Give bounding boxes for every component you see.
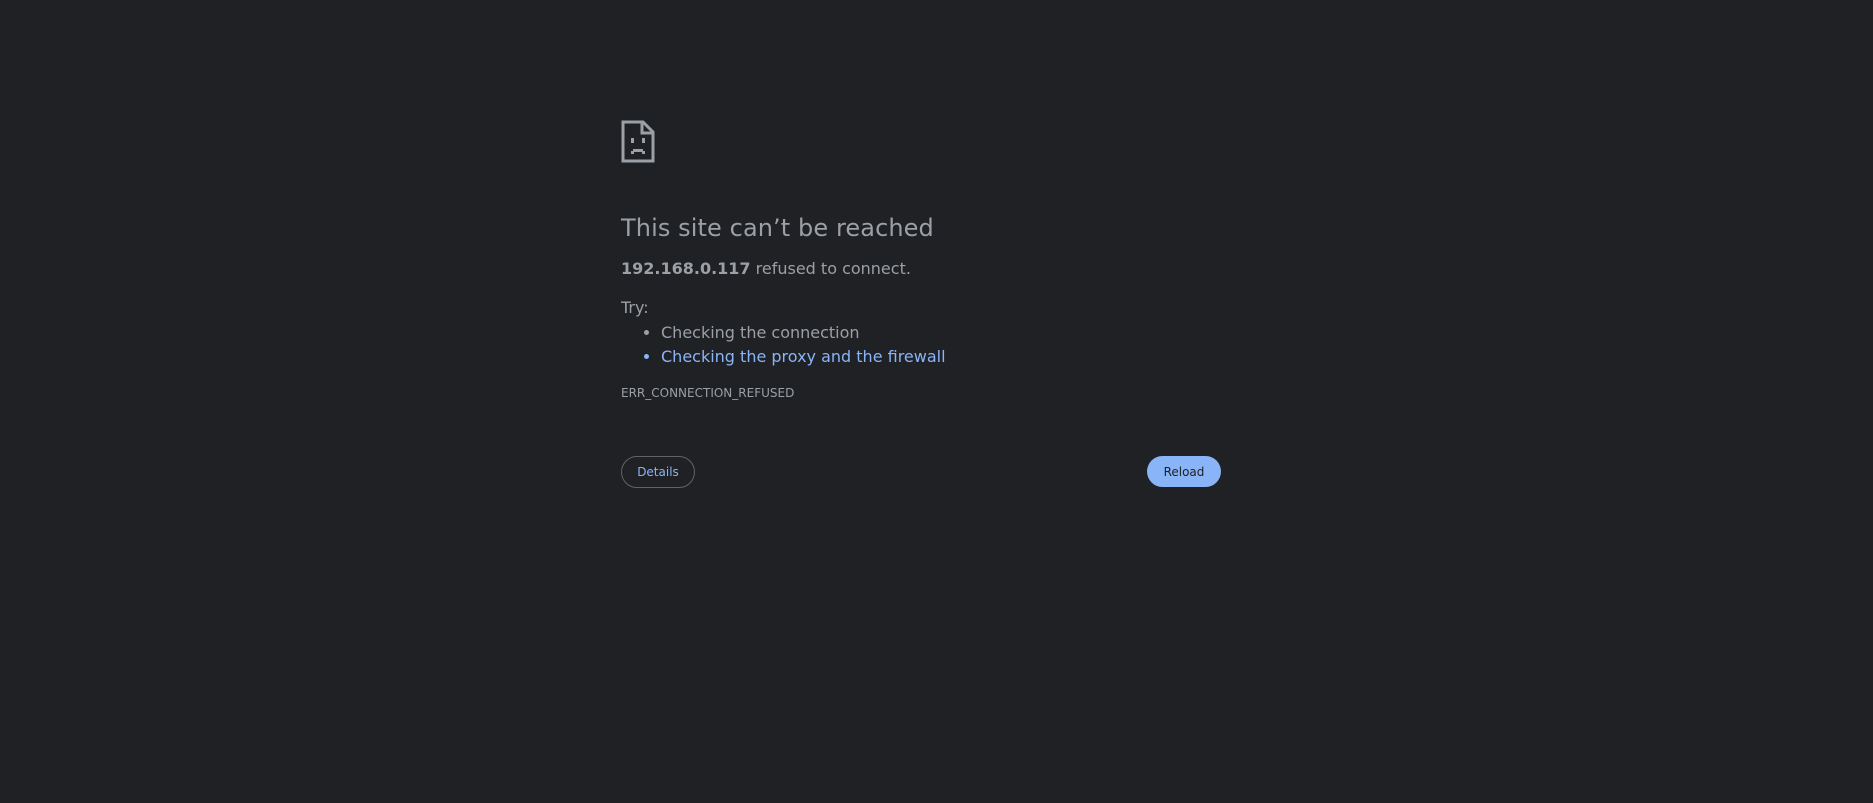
suggestions-list: Checking the connection Checking the pro… bbox=[621, 321, 1221, 369]
details-button[interactable]: Details bbox=[621, 456, 695, 488]
try-label: Try: bbox=[621, 298, 649, 317]
sad-document-icon bbox=[621, 120, 655, 163]
error-title: This site can’t be reached bbox=[621, 214, 934, 242]
suggestion-check-connection: Checking the connection bbox=[661, 321, 1221, 345]
error-summary: 192.168.0.117 refused to connect. bbox=[621, 258, 1221, 280]
summary-suffix: refused to connect. bbox=[750, 259, 911, 278]
error-page-content: This site can’t be reached 192.168.0.117… bbox=[621, 120, 1221, 401]
suggestion-check-proxy-firewall-link[interactable]: Checking the proxy and the firewall bbox=[661, 345, 1221, 369]
reload-button[interactable]: Reload bbox=[1147, 456, 1221, 487]
error-code: ERR_CONNECTION_REFUSED bbox=[621, 386, 795, 400]
host-address: 192.168.0.117 bbox=[621, 259, 751, 278]
